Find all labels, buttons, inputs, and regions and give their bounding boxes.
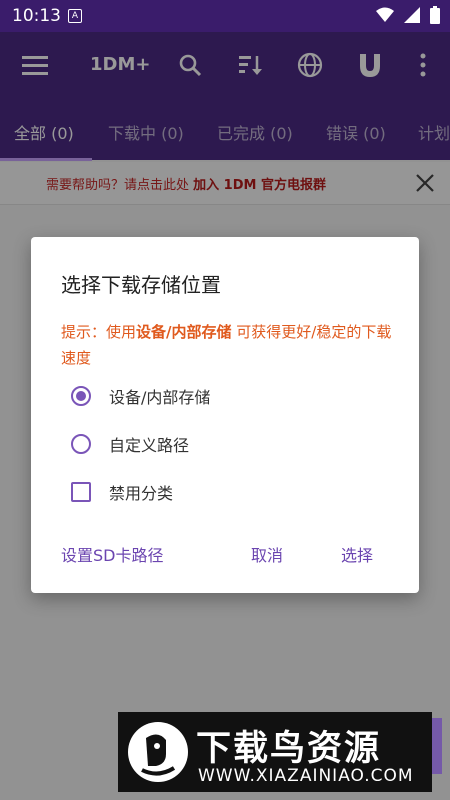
watermark-title: 下载鸟资源 — [196, 729, 382, 769]
option-custom-path[interactable]: 自定义路径 — [71, 429, 189, 459]
status-icons — [376, 6, 440, 24]
option-disable-categories[interactable]: 禁用分类 — [71, 477, 173, 507]
dialog-hint: 提示：使用设备/内部存储 可获得更好/稳定的下载速度 — [61, 323, 392, 367]
notification-icon: A — [68, 9, 82, 23]
radio-button[interactable] — [71, 434, 91, 454]
storage-location-dialog: 选择下载存储位置 提示：使用设备/内部存储 可获得更好/稳定的下载速度 设备/内… — [31, 237, 419, 593]
dialog-title: 选择下载存储位置 — [61, 273, 221, 297]
option-label: 设备/内部存储 — [109, 388, 211, 407]
option-device-storage[interactable]: 设备/内部存储 — [71, 381, 210, 411]
select-button[interactable]: 选择 — [341, 542, 373, 566]
wifi-icon — [376, 7, 394, 22]
bird-logo-icon — [128, 722, 188, 782]
checkbox[interactable] — [71, 482, 91, 502]
status-time: 10:13 — [12, 6, 61, 26]
option-label: 自定义路径 — [109, 436, 190, 455]
radio-button-selected[interactable] — [71, 386, 91, 406]
option-label: 禁用分类 — [109, 484, 174, 503]
watermark-url: WWW.XIAZAINIAO.COM — [198, 766, 414, 786]
battery-icon — [430, 6, 440, 24]
watermark: 下载鸟资源 WWW.XIAZAINIAO.COM — [118, 712, 432, 792]
status-bar: 10:13 A — [0, 0, 450, 32]
cancel-button[interactable]: 取消 — [251, 542, 283, 566]
set-sd-path-button[interactable]: 设置SD卡路径 — [61, 542, 163, 566]
signal-icon — [404, 7, 420, 23]
